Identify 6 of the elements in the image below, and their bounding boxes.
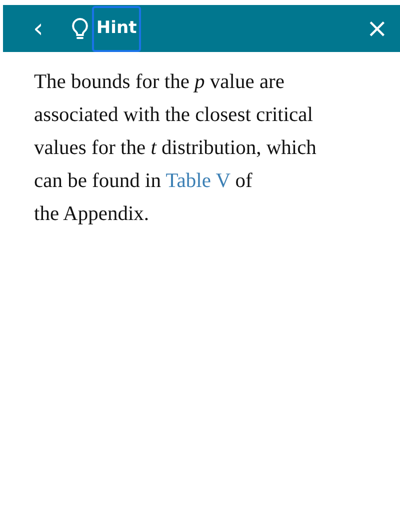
back-button[interactable]: ‹ [25,16,52,42]
panel-title: Hint [92,6,141,52]
hint-paragraph: The bounds for the p value are associated with the closest critical values for the t distribution, which can be found in Table V of the Appendix. [34,70,318,227]
table-link[interactable]: Table V [166,170,230,192]
close-button[interactable]: × [358,16,396,42]
lightbulb-icon [71,16,90,40]
